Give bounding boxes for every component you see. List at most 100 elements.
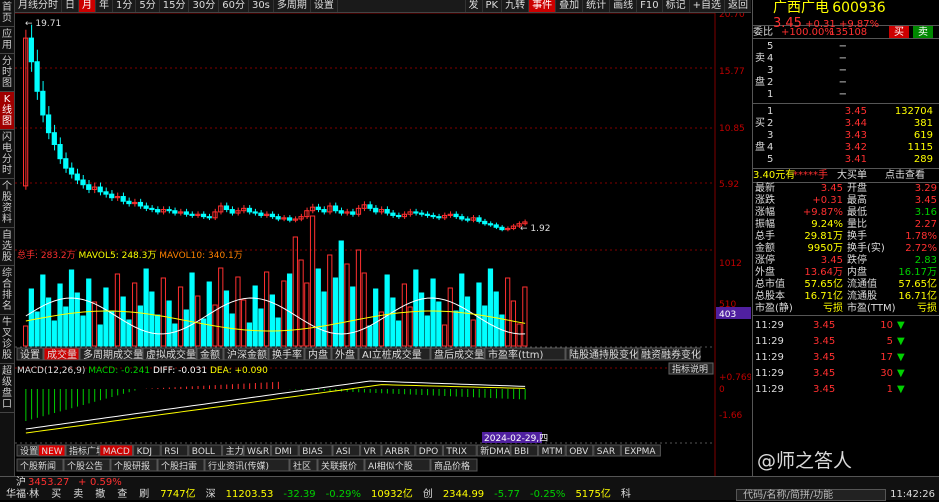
tool-7[interactable]: F10	[636, 0, 661, 12]
tool-4[interactable]: 叠加	[555, 0, 582, 12]
tool-9[interactable]: +自选	[688, 0, 724, 12]
tool-6[interactable]: 画线	[609, 0, 636, 12]
leftbar-item-8[interactable]: 牛叉诊股	[0, 315, 14, 364]
tool-0[interactable]: 发	[464, 0, 482, 12]
tool-10[interactable]: 返回	[724, 0, 751, 12]
down-arrow-icon: ▼	[897, 384, 905, 395]
period-4[interactable]: 1分	[113, 0, 137, 12]
period-1[interactable]: 日	[62, 0, 79, 12]
leftbar-item-3[interactable]: K线图	[0, 92, 14, 130]
bid-vol: 132704	[894, 106, 933, 117]
period-6[interactable]: 15分	[160, 0, 190, 12]
stat-value: 3.45	[820, 183, 843, 194]
status-val-9: -0.25%	[530, 489, 566, 500]
buy-row-d[interactable]: 点击查看	[885, 169, 925, 182]
tick-time: 11:29	[755, 336, 784, 347]
leftbar-item-2[interactable]: 分时图	[0, 54, 14, 92]
volume-bar	[384, 274, 390, 347]
volume-bar	[189, 272, 195, 347]
tick-row: 11:29 3.45 1 ▼	[753, 382, 939, 398]
leftbar-item-9[interactable]: 超级盘口	[0, 364, 14, 413]
volume-bar	[459, 273, 465, 347]
volume-bar	[367, 325, 373, 347]
period-9[interactable]: 30s	[249, 0, 274, 12]
ask-vol	[887, 65, 927, 77]
ask-vol	[887, 53, 927, 65]
status-btn-4[interactable]: 查	[111, 489, 133, 501]
status-btn-0[interactable]: 华福·林	[0, 489, 45, 501]
volume-bar	[97, 324, 103, 347]
buy-button[interactable]: 买	[889, 26, 909, 38]
status-val-0: 7747亿	[160, 489, 196, 500]
ask-mark: −	[838, 89, 847, 100]
status-btn-5[interactable]: 刷	[133, 489, 155, 501]
volume-bar	[109, 310, 115, 347]
tool-2[interactable]: 九转	[501, 0, 528, 12]
volume-bar	[332, 277, 339, 347]
tool-5[interactable]: 统计	[582, 0, 609, 12]
tool-3[interactable]: 事件	[528, 0, 556, 12]
stat-value: +9.87%	[802, 207, 843, 218]
leftbar-item-6[interactable]: 自选股	[0, 228, 14, 266]
tick-row: 11:29 3.45 10 ▼	[753, 318, 939, 334]
candle-body	[103, 191, 109, 195]
bid-level: 3	[767, 130, 774, 141]
period-5[interactable]: 5分	[136, 0, 160, 12]
search-input[interactable]: 代码/名称/简拼/功能	[736, 489, 887, 501]
stat-label: 振幅	[755, 219, 775, 230]
stat-value: +0.31	[812, 195, 843, 206]
candle-body	[137, 201, 144, 207]
tick-vol: 1	[886, 384, 893, 395]
period-0[interactable]: 月线分时	[15, 0, 62, 12]
kline-chart[interactable]: 20.70 15.77 10.85 5.92 ← 19.71 ← 1.92 总手: 283.…	[15, 13, 751, 476]
volume-bar	[487, 268, 494, 347]
period-3[interactable]: 年	[96, 0, 113, 12]
status-btn-1[interactable]: 买	[45, 489, 67, 501]
down-arrow-icon: ▼	[897, 352, 905, 363]
candle-body	[126, 200, 132, 205]
candle-body	[275, 216, 281, 220]
leftbar-item-0[interactable]: 首页	[0, 0, 14, 27]
tick-row: 11:29 3.45 5 ▼	[753, 334, 939, 350]
leftbar-item-7[interactable]: 综合排名	[0, 266, 14, 315]
stat-label: 最低	[847, 207, 867, 218]
bottom-tab-label: NEW	[41, 447, 62, 457]
stat-label: 市盈(静)	[755, 303, 793, 314]
bid-price: 3.44	[844, 118, 867, 129]
period-10[interactable]: 多周期	[274, 0, 311, 12]
ask-level: 2	[767, 77, 774, 88]
sell-button[interactable]: 卖	[913, 26, 933, 38]
candle-body	[200, 213, 207, 218]
volume-bar	[453, 310, 459, 347]
ask-price	[847, 53, 887, 65]
price-tick: 20.70	[719, 13, 745, 20]
status-btn-3[interactable]: 撤	[89, 489, 111, 501]
candle-body	[154, 209, 161, 213]
candle-body	[206, 216, 212, 219]
leftbar-item-4[interactable]: 闪电分时	[0, 130, 14, 179]
left-sidebar: 首页 应用 分时图 K线图 闪电分时 个股资料 自选股 综合排名 牛叉诊股 超级盘口	[0, 0, 15, 476]
tool-1[interactable]: PK	[481, 0, 502, 12]
bottom-tab-label: BIAS	[302, 447, 323, 457]
volume-bar	[258, 308, 264, 347]
tick-list: 11:29 3.45 10 ▼ 11:29 3.45 5 ▼ 11:29 3.45 17 ▼ 11:29…	[753, 316, 939, 398]
period-7[interactable]: 30分	[189, 0, 220, 12]
period-2[interactable]: 月	[79, 0, 96, 12]
bottom-tab-label: MTM	[542, 447, 563, 457]
candle-body	[45, 114, 52, 134]
stat-value: 3.45	[914, 195, 937, 206]
status-btn-2[interactable]: 卖	[67, 489, 89, 501]
bottom-tab-label: MACD	[103, 447, 130, 457]
stat-label: 流通值	[847, 279, 877, 290]
indicator-tab-label: 多周期成交量	[83, 348, 143, 361]
period-11[interactable]: 设置	[311, 0, 338, 12]
period-8[interactable]: 60分	[219, 0, 249, 12]
bottom-tab-label: ASI	[336, 447, 351, 457]
candle-body	[367, 204, 373, 209]
volume-bar	[522, 286, 528, 347]
leftbar-item-1[interactable]: 应用	[0, 27, 14, 54]
buy-row-c[interactable]: 大买单	[837, 169, 885, 182]
leftbar-item-5[interactable]: 个股资料	[0, 179, 14, 228]
volume-bar	[378, 311, 385, 347]
tool-8[interactable]: 标记	[661, 0, 689, 12]
